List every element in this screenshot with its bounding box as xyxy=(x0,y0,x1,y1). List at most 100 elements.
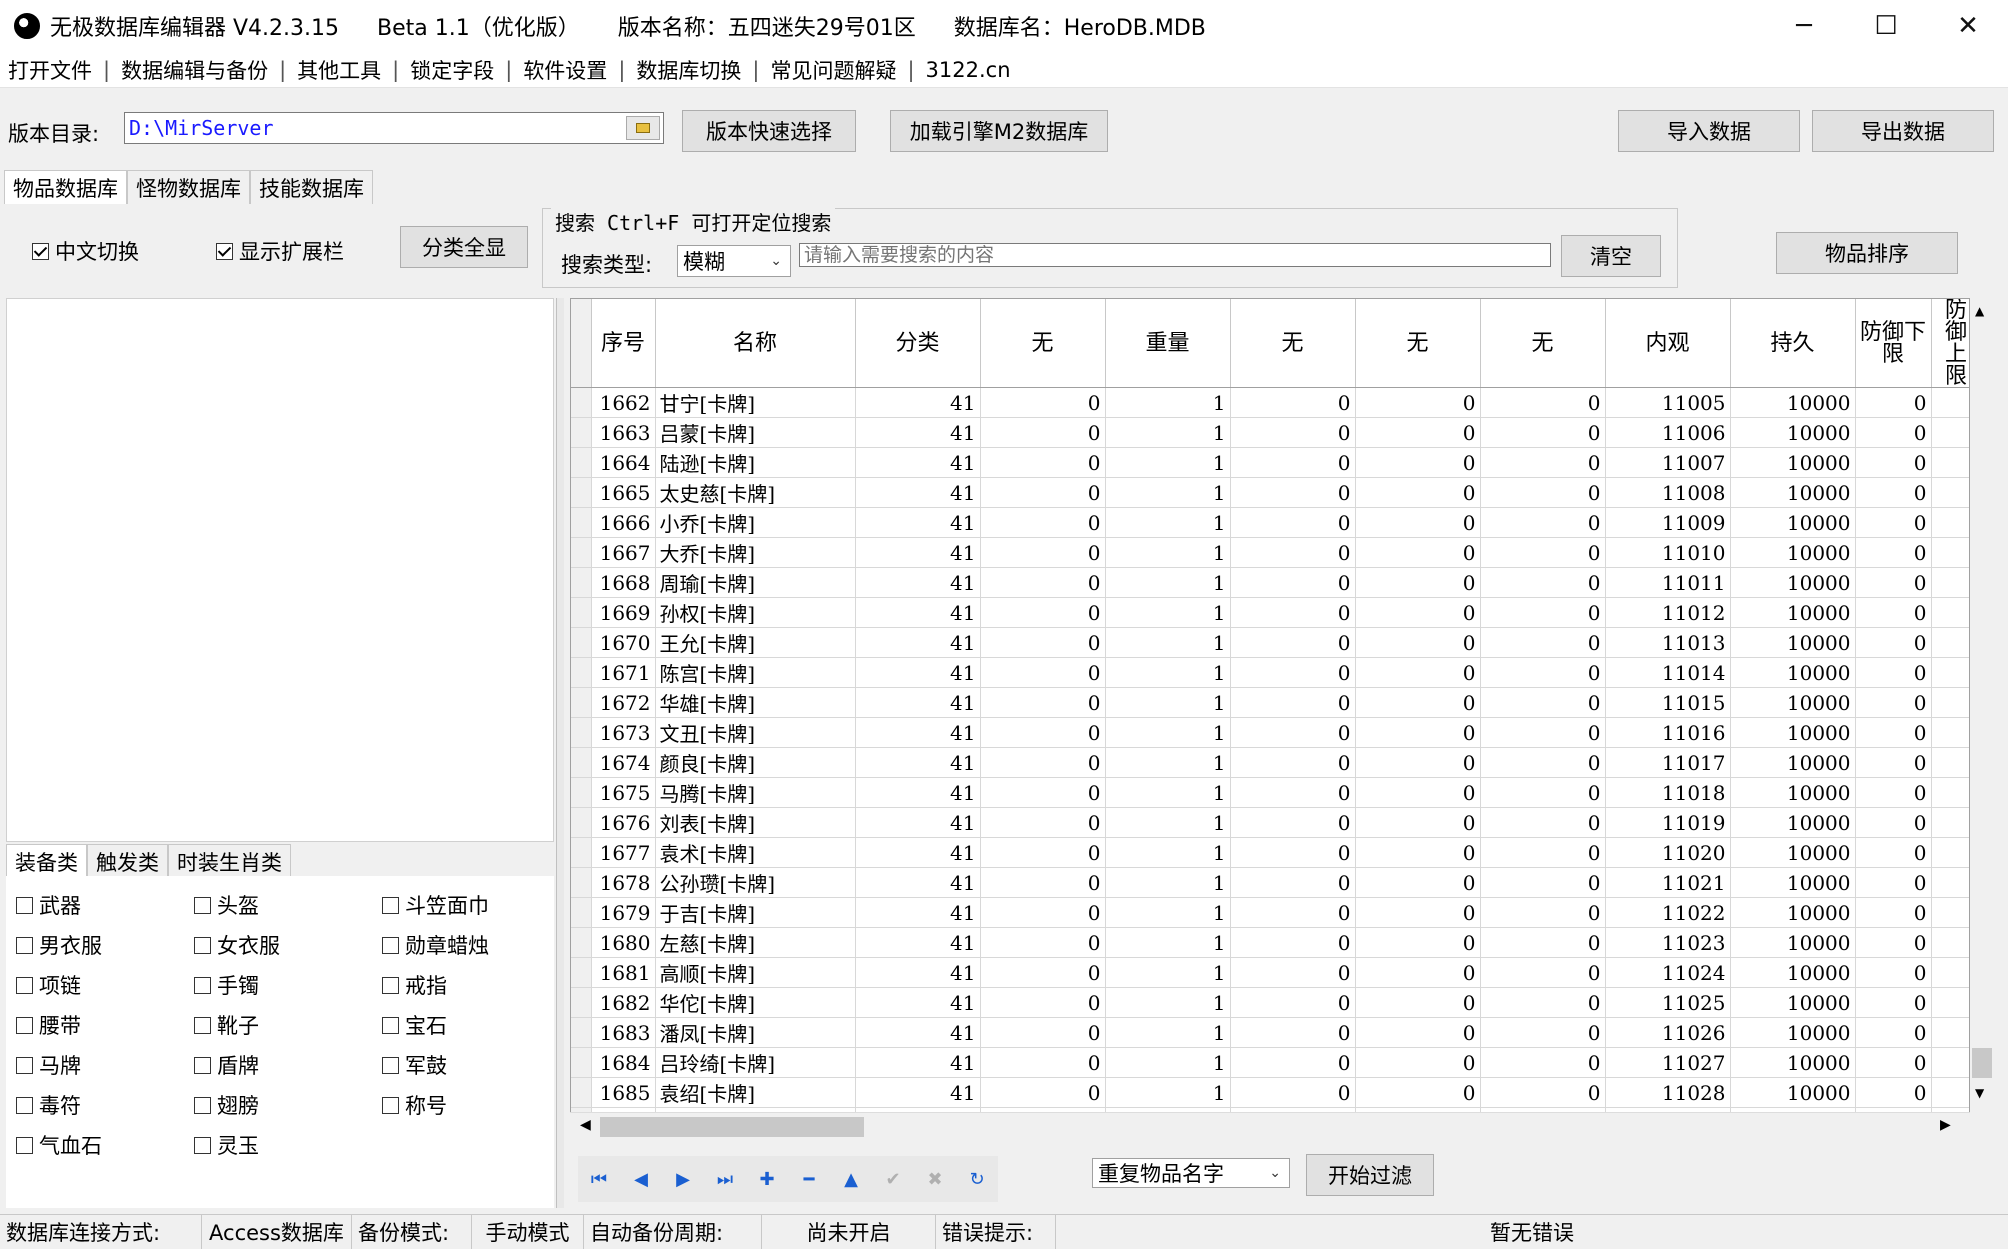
table-cell[interactable]: 0 xyxy=(1480,507,1606,538)
table-cell[interactable] xyxy=(1931,417,1969,448)
table-cell[interactable]: 1 xyxy=(1105,987,1231,1018)
table-cell[interactable]: 0 xyxy=(980,447,1106,478)
table-cell[interactable]: 0 xyxy=(1480,867,1606,898)
table-cell[interactable]: 41 xyxy=(855,507,981,538)
table-cell[interactable]: 11025 xyxy=(1605,987,1731,1018)
table-cell[interactable]: 0 xyxy=(1355,807,1481,838)
table-cell[interactable]: 0 xyxy=(980,417,1106,448)
table-cell[interactable]: 0 xyxy=(1230,867,1356,898)
chinese-switch-checkbox[interactable]: 中文切换 xyxy=(32,236,139,266)
table-cell[interactable]: 1668 xyxy=(591,567,656,598)
column-header[interactable]: 无 xyxy=(1230,299,1356,388)
table-cell[interactable]: 10000 xyxy=(1730,627,1856,658)
table-cell[interactable]: 0 xyxy=(980,1047,1106,1078)
table-cell[interactable]: 0 xyxy=(1230,627,1356,658)
table-cell[interactable]: 1 xyxy=(1105,717,1231,748)
table-cell[interactable]: 0 xyxy=(1230,897,1356,928)
row-indicator[interactable] xyxy=(571,507,592,538)
table-cell[interactable]: 大乔[卡牌] xyxy=(655,537,856,568)
table-cell[interactable] xyxy=(1931,1017,1969,1048)
table-cell[interactable]: 41 xyxy=(855,537,981,568)
table-cell[interactable]: 高顺[卡牌] xyxy=(655,957,856,988)
table-cell[interactable]: 0 xyxy=(1855,567,1932,598)
tab-fashion-zodiac[interactable]: 时装生肖类 xyxy=(168,844,291,879)
table-cell[interactable]: 1681 xyxy=(591,957,656,988)
table-cell[interactable]: 1 xyxy=(1105,417,1231,448)
table-cell[interactable]: 11008 xyxy=(1605,477,1731,508)
category-checkbox[interactable]: 勋章蜡烛 xyxy=(382,930,489,960)
filter-type-select[interactable]: 重复物品名字 ⌄ xyxy=(1092,1158,1290,1188)
table-cell[interactable]: 1671 xyxy=(591,657,656,688)
category-checkbox[interactable]: 翅膀 xyxy=(194,1090,259,1120)
scroll-down-icon[interactable]: ▼ xyxy=(1975,1086,1984,1100)
table-cell[interactable]: 10000 xyxy=(1730,657,1856,688)
table-cell[interactable]: 0 xyxy=(1355,1077,1481,1108)
table-cell[interactable]: 0 xyxy=(1230,567,1356,598)
table-cell[interactable]: 0 xyxy=(1230,657,1356,688)
table-row[interactable]: 1663 吕蒙[卡牌] 41 0 1 0 0 0 11006 10000 0 xyxy=(571,417,1969,448)
category-tree-panel[interactable] xyxy=(6,298,554,842)
table-cell[interactable]: 41 xyxy=(855,837,981,868)
table-cell[interactable]: 0 xyxy=(980,507,1106,538)
table-cell[interactable]: 0 xyxy=(1355,507,1481,538)
table-cell[interactable]: 0 xyxy=(1480,567,1606,598)
table-cell[interactable]: 0 xyxy=(1230,957,1356,988)
row-indicator[interactable] xyxy=(571,597,592,628)
table-cell[interactable]: 袁术[卡牌] xyxy=(655,837,856,868)
table-row[interactable]: 1669 孙权[卡牌] 41 0 1 0 0 0 11012 10000 0 xyxy=(571,597,1969,628)
menu-item[interactable]: 软件设置 xyxy=(515,55,615,85)
table-cell[interactable] xyxy=(1931,837,1969,868)
table-cell[interactable]: 1666 xyxy=(591,507,656,538)
table-cell[interactable]: 10000 xyxy=(1730,597,1856,628)
column-header[interactable]: 防御上限 xyxy=(1931,299,1969,388)
table-cell[interactable]: 1 xyxy=(1105,567,1231,598)
add-icon[interactable]: ✚ xyxy=(746,1169,788,1190)
column-header[interactable]: 分类 xyxy=(855,299,981,388)
row-indicator[interactable] xyxy=(571,417,592,448)
table-cell[interactable]: 0 xyxy=(1480,747,1606,778)
table-cell[interactable]: 0 xyxy=(1855,507,1932,538)
table-cell[interactable]: 10000 xyxy=(1730,957,1856,988)
table-cell[interactable]: 0 xyxy=(1355,1047,1481,1078)
category-all-button[interactable]: 分类全显 xyxy=(400,226,528,268)
table-cell[interactable]: 11026 xyxy=(1605,1017,1731,1048)
category-checkbox[interactable]: 腰带 xyxy=(16,1010,81,1040)
table-cell[interactable]: 马腾[卡牌] xyxy=(655,777,856,808)
row-indicator[interactable] xyxy=(571,537,592,568)
table-cell[interactable]: 10000 xyxy=(1730,987,1856,1018)
table-cell[interactable]: 41 xyxy=(855,567,981,598)
table-cell[interactable]: 1685 xyxy=(591,1077,656,1108)
table-cell[interactable]: 1 xyxy=(1105,1047,1231,1078)
row-indicator[interactable] xyxy=(571,567,592,598)
column-header[interactable]: 无 xyxy=(1355,299,1481,388)
table-cell[interactable] xyxy=(1931,687,1969,718)
refresh-icon[interactable]: ↻ xyxy=(956,1169,998,1190)
table-cell[interactable]: 10000 xyxy=(1730,1047,1856,1078)
table-cell[interactable]: 1 xyxy=(1105,837,1231,868)
table-cell[interactable]: 0 xyxy=(1855,897,1932,928)
column-header[interactable]: 防御下限 xyxy=(1855,299,1932,388)
table-cell[interactable]: 1673 xyxy=(591,717,656,748)
row-indicator[interactable] xyxy=(571,1017,592,1048)
table-row[interactable]: 1677 袁术[卡牌] 41 0 1 0 0 0 11020 10000 0 xyxy=(571,837,1969,868)
table-cell[interactable]: 0 xyxy=(1855,387,1932,418)
table-cell[interactable]: 1 xyxy=(1105,387,1231,418)
table-cell[interactable]: 0 xyxy=(1480,987,1606,1018)
table-cell[interactable]: 10000 xyxy=(1730,927,1856,958)
column-header[interactable]: 名称 xyxy=(655,299,856,388)
table-cell[interactable]: 11017 xyxy=(1605,747,1731,778)
category-checkbox[interactable]: 马牌 xyxy=(16,1050,81,1080)
tab-items[interactable]: 物品数据库 xyxy=(4,170,127,205)
table-cell[interactable]: 左慈[卡牌] xyxy=(655,927,856,958)
table-cell[interactable]: 1 xyxy=(1105,777,1231,808)
table-cell[interactable]: 0 xyxy=(980,537,1106,568)
horizontal-scrollbar[interactable]: ◀ ▶ xyxy=(570,1112,1970,1140)
table-cell[interactable]: 0 xyxy=(1230,837,1356,868)
table-cell[interactable]: 0 xyxy=(1355,717,1481,748)
table-cell[interactable]: 0 xyxy=(1355,897,1481,928)
row-indicator[interactable] xyxy=(571,627,592,658)
table-cell[interactable]: 1672 xyxy=(591,687,656,718)
table-cell[interactable]: 41 xyxy=(855,477,981,508)
row-indicator[interactable] xyxy=(571,687,592,718)
table-cell[interactable]: 0 xyxy=(1855,477,1932,508)
